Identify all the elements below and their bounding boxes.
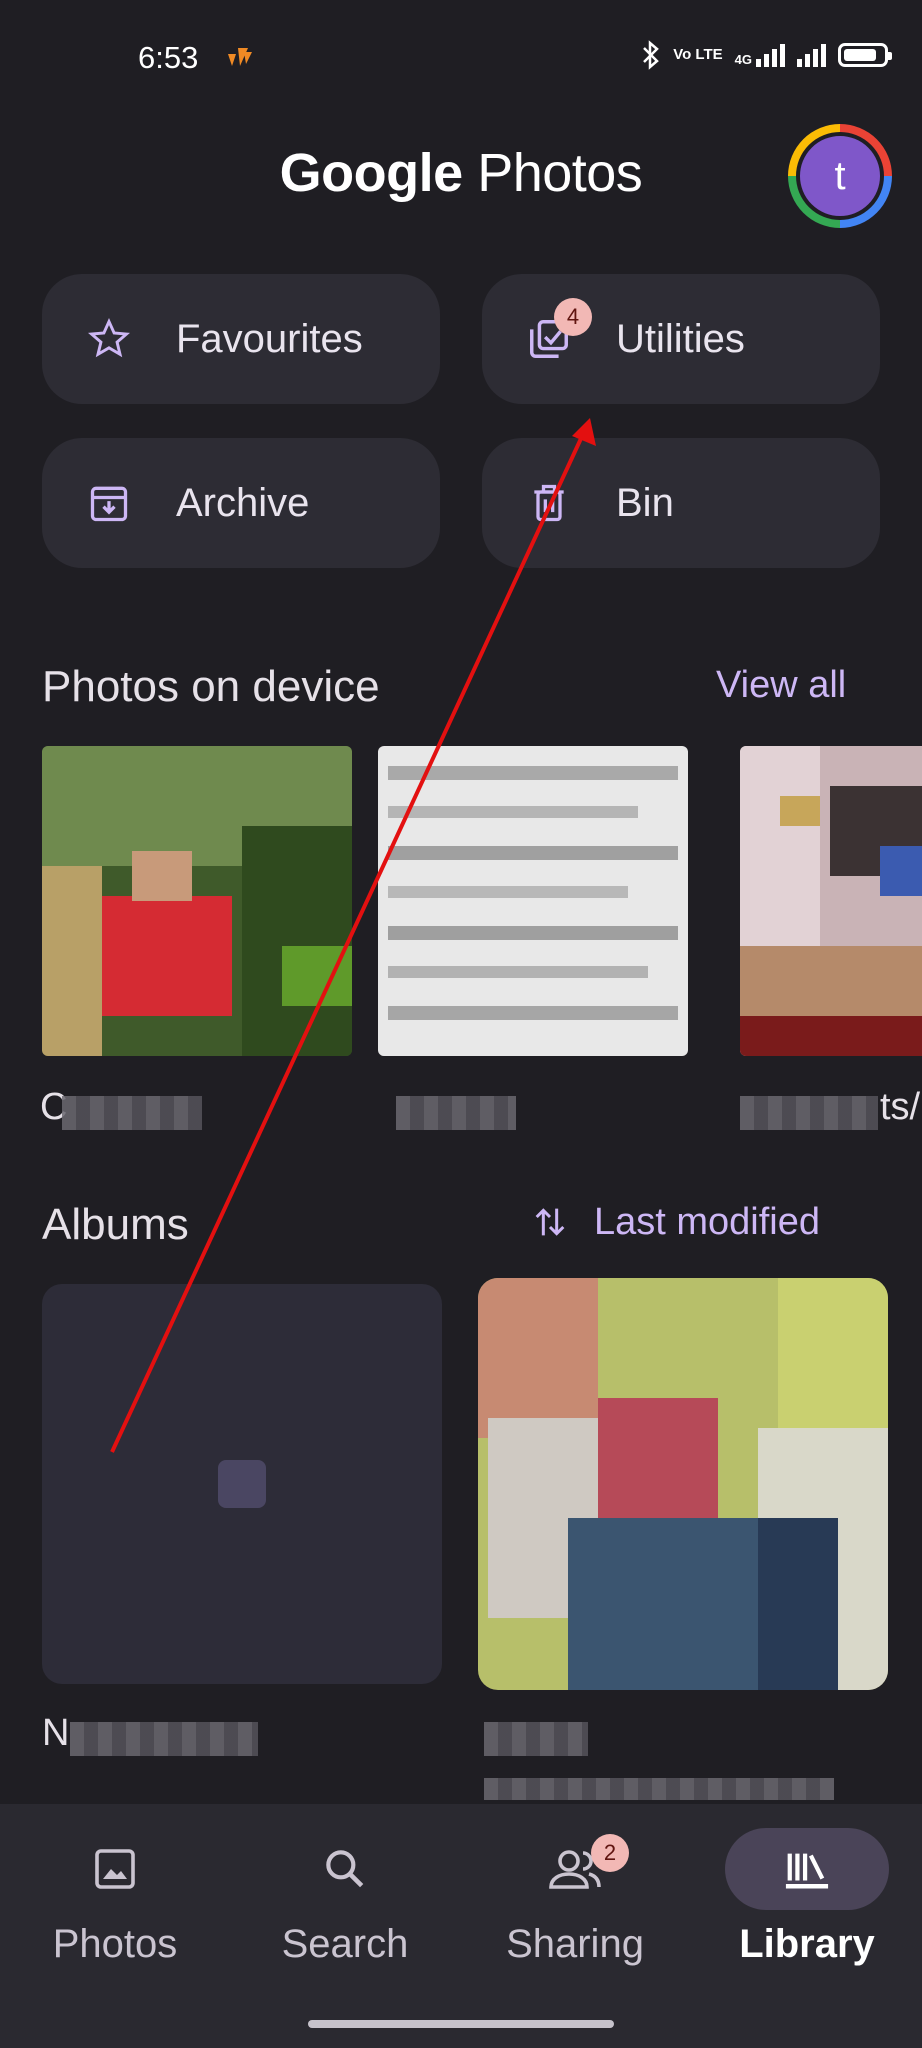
sort-icon xyxy=(535,1208,565,1236)
nav-library-label: Library xyxy=(739,1922,875,1966)
bottom-nav: Photos Search 2 Sharing Library xyxy=(0,1804,922,2048)
home-indicator[interactable] xyxy=(308,2020,614,2028)
album-subcaption-2-blur xyxy=(484,1778,834,1800)
nav-sharing-label: Sharing xyxy=(506,1922,644,1966)
album-caption-1: N xyxy=(42,1712,70,1754)
photo-icon xyxy=(33,1828,197,1910)
utilities-icon: 4 xyxy=(524,298,592,364)
bin-button[interactable]: Bin xyxy=(482,438,880,568)
archive-icon xyxy=(84,478,134,528)
album-thumb-2[interactable] xyxy=(478,1278,888,1690)
battery-icon xyxy=(838,43,892,67)
utilities-badge: 4 xyxy=(554,298,592,336)
device-folder-thumb-2[interactable] xyxy=(378,746,688,1056)
account-avatar-button[interactable]: t xyxy=(788,124,892,228)
device-folder-caption-2-blur xyxy=(396,1096,516,1130)
device-folder-thumb-1[interactable] xyxy=(42,746,352,1056)
utilities-button[interactable]: 4 Utilities xyxy=(482,274,880,404)
search-icon xyxy=(263,1828,427,1910)
app-title-photos: Photos xyxy=(477,143,643,203)
device-folder-thumb-3[interactable] xyxy=(740,746,922,1056)
albums-title: Albums xyxy=(42,1200,189,1249)
volte-label: Vo LTE xyxy=(673,46,723,63)
blurred-photo-2 xyxy=(378,746,688,1056)
utilities-label: Utilities xyxy=(616,316,745,361)
status-time: 6:53 xyxy=(138,40,199,75)
blurred-photo-4 xyxy=(478,1278,888,1690)
device-folder-caption-1-blur xyxy=(62,1096,202,1130)
signal-icon-2 xyxy=(797,43,826,67)
nav-search-label: Search xyxy=(281,1922,409,1966)
app-title: Google Photos xyxy=(0,142,922,204)
album-caption-2-blur xyxy=(484,1722,588,1756)
star-icon xyxy=(84,314,134,364)
library-icon xyxy=(725,1828,889,1910)
sharing-badge: 2 xyxy=(591,1834,629,1872)
sort-label: Last modified xyxy=(594,1200,821,1243)
archive-button[interactable]: Archive xyxy=(42,438,440,568)
trash-icon xyxy=(524,478,574,528)
device-folder-caption-3: ts/ xyxy=(880,1086,921,1128)
signal-icon xyxy=(756,43,785,67)
nav-photos-label: Photos xyxy=(52,1922,178,1966)
album-thumb-1[interactable] xyxy=(42,1284,442,1684)
notification-icon xyxy=(228,48,252,66)
app-title-google: Google xyxy=(279,143,464,203)
nav-library[interactable]: Library xyxy=(692,1828,922,1967)
status-bar: 6:53 Vo LTE 4G xyxy=(0,0,922,110)
nav-search[interactable]: Search xyxy=(230,1828,460,1967)
archive-label: Archive xyxy=(176,480,310,525)
device-folder-caption-3-blur xyxy=(740,1096,878,1130)
nav-sharing[interactable]: 2 Sharing xyxy=(460,1828,690,1967)
bin-label: Bin xyxy=(616,480,674,525)
system-icons: Vo LTE 4G xyxy=(641,40,892,70)
people-icon: 2 xyxy=(493,1828,657,1910)
view-all-link[interactable]: View all xyxy=(716,664,846,707)
nav-photos[interactable]: Photos xyxy=(0,1828,230,1967)
network-type-label: 4G xyxy=(734,52,752,67)
photos-on-device-title: Photos on device xyxy=(42,662,380,711)
bluetooth-icon xyxy=(643,40,660,70)
favourites-button[interactable]: Favourites xyxy=(42,274,440,404)
album-caption-1-blur xyxy=(70,1722,258,1756)
sort-button[interactable]: Last modified xyxy=(530,1200,820,1244)
avatar: t xyxy=(796,132,884,220)
blurred-photo-3 xyxy=(740,746,922,1056)
blurred-photo-1 xyxy=(42,746,352,1056)
album-placeholder-icon xyxy=(218,1460,266,1508)
favourites-label: Favourites xyxy=(176,316,363,361)
